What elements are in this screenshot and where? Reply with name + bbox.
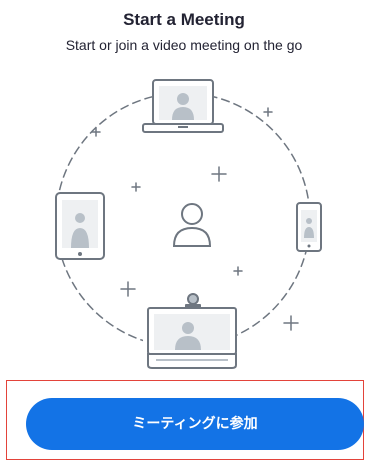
start-meeting-screen: Start a Meeting Start or join a video me… [0,0,368,464]
video-room-icon [143,293,237,369]
laptop-icon [142,79,224,133]
meeting-devices-illustration [55,79,322,369]
page-title: Start a Meeting [123,10,245,29]
user-icon [172,203,212,247]
phone-icon [296,202,322,252]
tablet-icon [55,192,105,260]
page-subtitle: Start or join a video meeting on the go [65,37,303,53]
join-meeting-button[interactable]: ミーティングに参加 [26,398,364,450]
